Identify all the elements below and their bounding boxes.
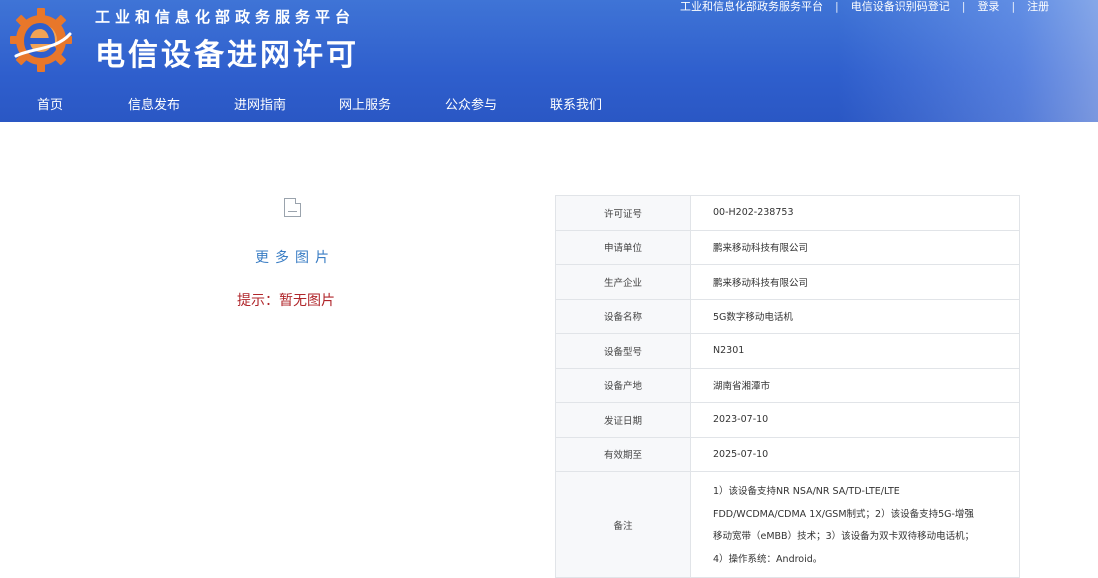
top-link-imei-registration[interactable]: 电信设备识别码登记 [851,0,950,14]
table-row: 设备型号 N2301 [555,333,1020,369]
platform-name: 工业和信息化部政务服务平台 [95,8,356,26]
row-value-license-number: 00-H202-238753 [690,195,1020,231]
row-label-license-number: 许可证号 [555,195,691,231]
row-label-origin: 设备产地 [555,367,691,403]
table-row: 发证日期 2023-07-10 [555,402,1020,438]
site-title: 电信设备进网许可 [95,38,359,73]
top-link-separator: | [961,0,966,13]
remarks-line: 移动宽带（eMBB）技术；3）该设备为双卡双待移动电话机； [713,531,975,542]
top-link-register[interactable]: 注册 [1027,0,1049,14]
remarks-line: FDD/WCDMA/CDMA 1X/GSM制式；2）该设备支持5G-增强 [713,508,974,520]
table-row: 设备产地 湖南省湘潭市 [555,367,1020,403]
site-header: 工业和信息化部政务服务平台 电信设备进网许可 工业和信息化部政务服务平台 | 电… [0,0,1098,122]
nav-item-news[interactable]: 信息发布 [128,92,180,120]
nav-item-home[interactable]: 首页 [37,92,63,120]
row-value-manufacturer: 鹏来移动科技有限公司 [690,264,1020,300]
table-row: 许可证号 00-H202-238753 [555,195,1020,231]
top-link-login[interactable]: 登录 [977,0,999,14]
more-images-link[interactable]: 更多图片 [200,247,390,267]
no-image-hint: 提示：暂无图片 [237,293,335,309]
main-nav: 首页 信息发布 进网指南 网上服务 公众参与 联系我们 [0,92,700,120]
table-row: 申请单位 鹏来移动科技有限公司 [555,229,1020,265]
row-label-issue-date: 发证日期 [555,402,691,438]
nav-item-guide[interactable]: 进网指南 [234,92,286,120]
row-value-device-name: 5G数字移动电话机 [690,298,1020,334]
row-value-issue-date: 2023-07-10 [690,402,1020,438]
nav-item-online-services[interactable]: 网上服务 [339,92,391,120]
row-value-applicant: 鹏来移动科技有限公司 [690,229,1020,265]
top-link-platform[interactable]: 工业和信息化部政务服务平台 [680,0,823,14]
top-link-separator: | [1011,0,1016,13]
row-value-valid-until: 2025-07-10 [690,436,1020,472]
row-label-device-model: 设备型号 [555,333,691,369]
table-row-remarks: 备注 1）该设备支持NR NSA/NR SA/TD-LTE/LTE FDD/WC… [555,471,1020,578]
top-link-separator: | [835,0,839,13]
row-label-remarks: 备注 [555,471,691,578]
gear-e-logo-icon[interactable] [6,4,76,74]
nav-item-contact[interactable]: 联系我们 [550,92,602,120]
row-label-manufacturer: 生产企业 [555,264,691,300]
nav-item-public-participation[interactable]: 公众参与 [445,92,497,120]
broken-image-icon [284,198,301,217]
top-links: 工业和信息化部政务服务平台 | 电信设备识别码登记 | 登录 | 注册 [680,0,1049,13]
row-value-origin: 湖南省湘潭市 [690,367,1020,403]
row-label-device-name: 设备名称 [555,298,691,334]
table-row: 设备名称 5G数字移动电话机 [555,298,1020,334]
row-label-valid-until: 有效期至 [555,436,691,472]
license-detail-table: 许可证号 00-H202-238753 申请单位 鹏来移动科技有限公司 生产企业… [555,195,1020,578]
device-image-panel: 更多图片 提示：暂无图片 [200,195,400,315]
table-row: 有效期至 2025-07-10 [555,436,1020,472]
header-glow [838,0,1098,122]
row-value-device-model: N2301 [690,333,1020,369]
remarks-line: 1）该设备支持NR NSA/NR SA/TD-LTE/LTE [713,486,900,497]
table-row: 生产企业 鹏来移动科技有限公司 [555,264,1020,300]
row-value-remarks: 1）该设备支持NR NSA/NR SA/TD-LTE/LTE FDD/WCDMA… [690,471,1020,578]
row-label-applicant: 申请单位 [555,229,691,265]
